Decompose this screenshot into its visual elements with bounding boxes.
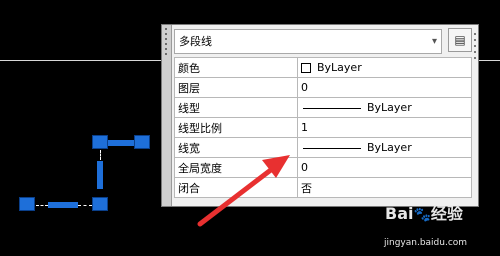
watermark-logo: Bai🐾经验 [385,204,463,223]
drawing-canvas[interactable]: 多段线 ▾ ▤ 颜色 ByLayer 图层 0 线型 ByLayer 线型比例 … [0,0,500,256]
watermark-url: jingyan.baidu.com [384,238,468,248]
